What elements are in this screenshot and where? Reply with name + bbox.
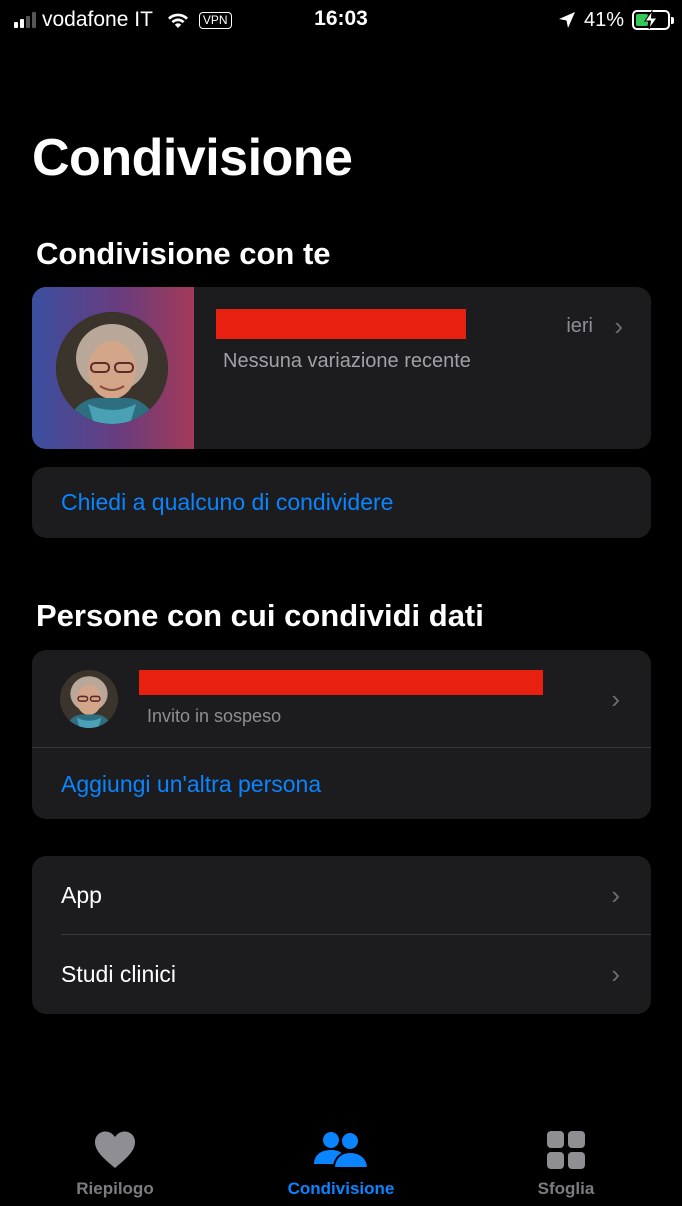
chevron-right-icon: › bbox=[611, 959, 620, 989]
ask-to-share-link[interactable]: Chiedi a qualcuno di condividere bbox=[61, 489, 393, 516]
avatar bbox=[60, 670, 118, 728]
avatar-panel bbox=[32, 287, 194, 449]
shared-person-card[interactable]: ieri › Nessuna variazione recente bbox=[32, 287, 651, 449]
chevron-right-icon: › bbox=[611, 880, 620, 910]
battery-percent: 41% bbox=[583, 8, 624, 31]
more-options-card: App › Studi clinici › bbox=[32, 856, 651, 1014]
section-title-sharing-data: Persone con cui condividi dati bbox=[36, 598, 484, 633]
status-bar: vodafone IT VPN 16:03 41% bbox=[0, 0, 682, 40]
tab-label: Riepilogo bbox=[76, 1179, 154, 1198]
section-title-sharing-with-you: Condivisione con te bbox=[36, 236, 331, 271]
row-divider bbox=[32, 747, 651, 748]
list-item-clinical-studies[interactable]: Studi clinici › bbox=[32, 935, 651, 1014]
invited-person-row[interactable]: Invito in sospeso › bbox=[32, 650, 651, 747]
list-item-label: App bbox=[61, 882, 102, 908]
shared-status: Nessuna variazione recente bbox=[223, 350, 471, 372]
list-item-label: Studi clinici bbox=[61, 961, 177, 987]
page-title: Condivisione bbox=[32, 129, 353, 187]
ask-to-share-card[interactable]: Chiedi a qualcuno di condividere bbox=[32, 467, 651, 538]
add-person-link[interactable]: Aggiungi un'altra persona bbox=[61, 771, 321, 798]
tab-browse[interactable]: Sfoglia bbox=[466, 1130, 666, 1199]
battery-icon bbox=[632, 10, 674, 30]
people-icon bbox=[312, 1130, 370, 1175]
redacted-name bbox=[139, 670, 543, 695]
list-item-app[interactable]: App › bbox=[32, 856, 651, 934]
sharing-data-card: Invito in sospeso › Aggiungi un'altra pe… bbox=[32, 650, 651, 819]
chevron-right-icon: › bbox=[611, 684, 620, 714]
redacted-name bbox=[216, 309, 466, 339]
chevron-right-icon: › bbox=[614, 311, 623, 341]
invite-status: Invito in sospeso bbox=[147, 706, 282, 726]
avatar bbox=[56, 312, 168, 424]
tab-summary[interactable]: Riepilogo bbox=[15, 1130, 215, 1199]
last-update-date: ieri bbox=[566, 315, 593, 337]
grid-icon bbox=[545, 1130, 587, 1175]
tab-label: Sfoglia bbox=[537, 1179, 595, 1198]
screen: vodafone IT VPN 16:03 41% Condivisione C… bbox=[0, 0, 682, 1206]
location-icon bbox=[558, 11, 576, 29]
tab-label: Condivisione bbox=[287, 1179, 395, 1198]
heart-icon bbox=[93, 1130, 137, 1175]
tab-bar: Riepilogo Condivisione Sfoglia bbox=[0, 1120, 682, 1206]
status-right: 41% bbox=[558, 7, 674, 33]
tab-sharing[interactable]: Condivisione bbox=[241, 1130, 441, 1199]
